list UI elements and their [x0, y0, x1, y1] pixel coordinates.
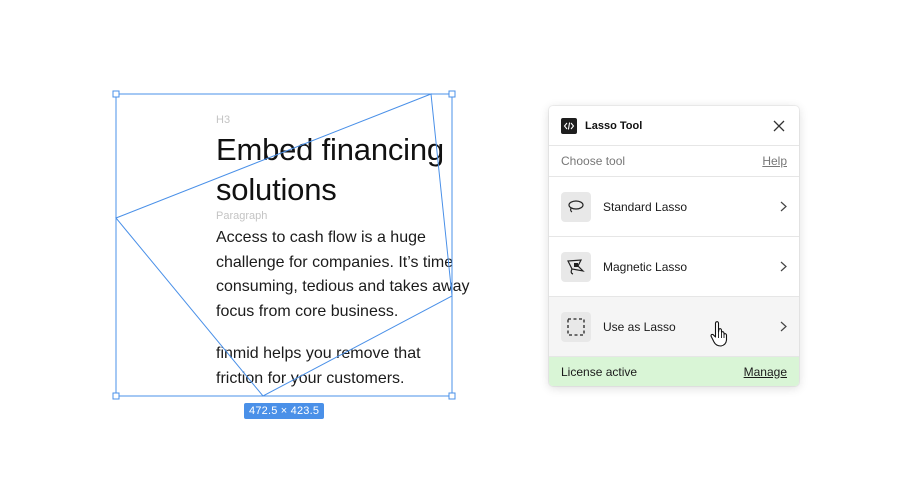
selection-box [115, 93, 453, 397]
tool-use-as-lasso[interactable]: Use as Lasso [549, 297, 799, 357]
choose-tool-header: Choose tool Help [549, 146, 799, 177]
hand-pointer-icon [710, 321, 728, 347]
close-icon [773, 120, 785, 131]
code-brackets-icon [561, 117, 577, 134]
tool-standard-lasso[interactable]: Standard Lasso [549, 177, 799, 237]
choose-tool-label: Choose tool [561, 154, 626, 168]
lasso-icon [561, 191, 591, 222]
help-link[interactable]: Help [762, 154, 787, 168]
panel-header: Lasso Tool [549, 106, 799, 146]
tool-label: Standard Lasso [603, 199, 688, 214]
chevron-right-icon [777, 201, 787, 212]
license-status: License active [561, 364, 638, 379]
chevron-right-icon [777, 261, 787, 272]
lasso-tool-panel: Lasso Tool Choose tool Help Standard Las… [549, 106, 799, 386]
chevron-right-icon [777, 321, 787, 332]
close-button[interactable] [771, 118, 787, 134]
tool-label: Use as Lasso [603, 319, 676, 334]
lasso-polygon [115, 93, 453, 397]
resize-handle[interactable] [448, 392, 456, 400]
manage-link[interactable]: Manage [744, 365, 787, 379]
license-footer: License active Manage [549, 357, 799, 386]
resize-handle[interactable] [112, 90, 120, 98]
tool-magnetic-lasso[interactable]: Magnetic Lasso [549, 237, 799, 297]
panel-title: Lasso Tool [585, 119, 643, 132]
magnetic-lasso-icon [561, 251, 591, 282]
dashed-selection-icon [561, 311, 591, 342]
tool-label: Magnetic Lasso [603, 259, 688, 274]
selection-size-badge: 472.5 × 423.5 [244, 403, 325, 419]
resize-handle[interactable] [448, 90, 456, 98]
resize-handle[interactable] [112, 392, 120, 400]
